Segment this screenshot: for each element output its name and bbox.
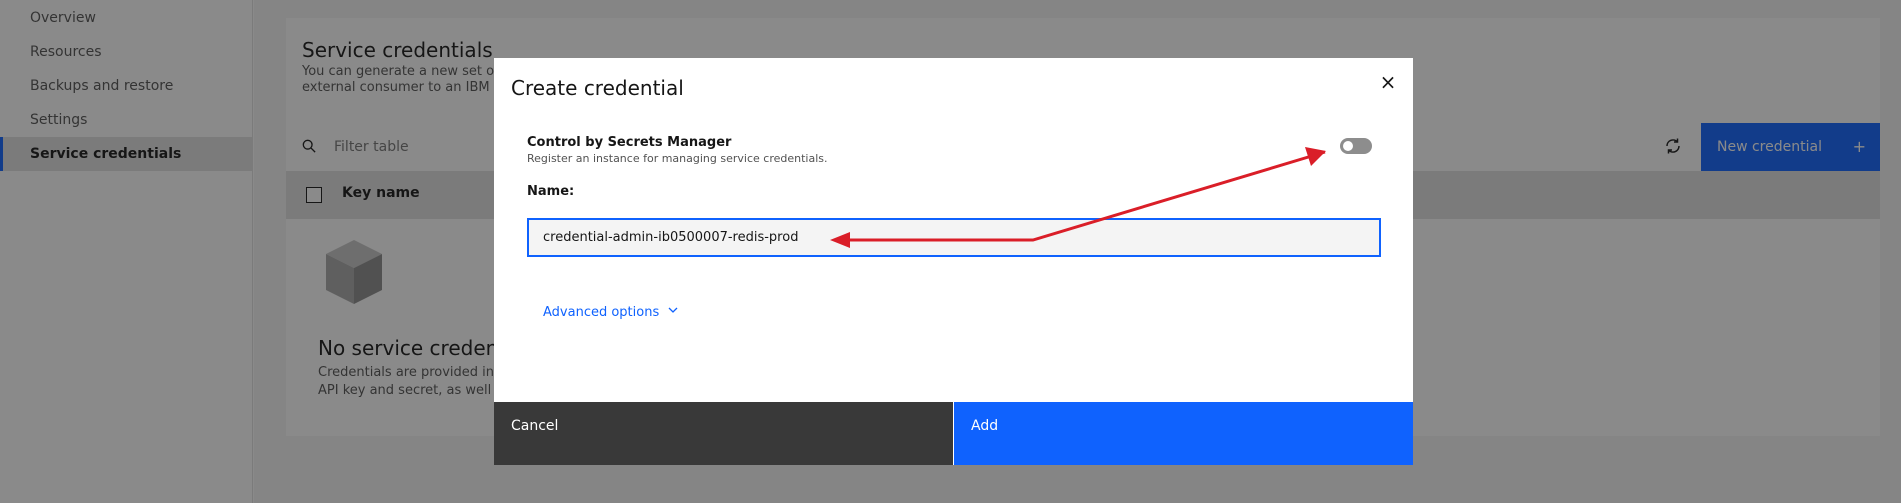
secrets-manager-toggle-helper: Register an instance for managing servic… (527, 152, 828, 165)
name-field-label: Name: (527, 184, 575, 199)
secrets-manager-toggle-label: Control by Secrets Manager (527, 135, 732, 150)
credential-name-input[interactable] (527, 218, 1381, 257)
cancel-button[interactable]: Cancel (494, 402, 953, 465)
secrets-manager-toggle[interactable] (1340, 138, 1372, 154)
chevron-down-icon[interactable] (667, 304, 679, 316)
add-button[interactable]: Add (954, 402, 1413, 465)
create-credential-modal: Create credential Control by Secrets Man… (494, 58, 1413, 465)
advanced-options-toggle[interactable]: Advanced options (543, 305, 659, 320)
toggle-knob (1343, 141, 1353, 151)
close-icon[interactable]: × (1376, 70, 1400, 94)
